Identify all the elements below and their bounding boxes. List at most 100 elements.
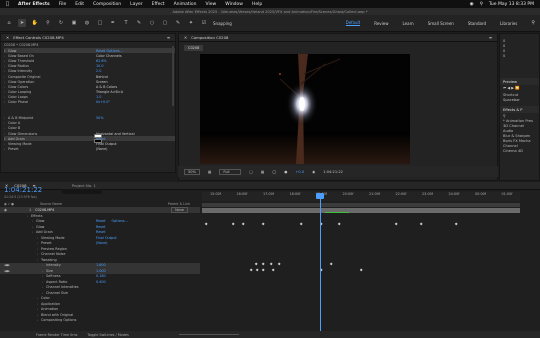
fx-property-value[interactable]: 2.0: [96, 69, 101, 73]
timeline-property-value[interactable]: Reset: [96, 219, 105, 223]
menu-view[interactable]: View: [206, 2, 217, 7]
keyframe-nav-icon[interactable]: ◂◆▸: [4, 269, 10, 273]
fx-row[interactable]: › Preset (None): [4, 147, 175, 152]
pen-tool-icon[interactable]: ✒: [109, 19, 117, 27]
timeline-property-value[interactable]: (None): [96, 241, 108, 245]
menu-composition[interactable]: Composition: [93, 2, 121, 7]
visibility-icon[interactable]: ◉: [4, 208, 7, 212]
menu-animation[interactable]: Animation: [174, 2, 197, 7]
home-icon[interactable]: ⌂: [5, 19, 13, 27]
fx-property-value[interactable]: 1.0: [96, 95, 101, 99]
close-icon[interactable]: ✕: [6, 35, 9, 40]
region-icon[interactable]: □: [249, 170, 252, 174]
menu-icon[interactable]: ≡: [489, 35, 492, 40]
timeline-property-row[interactable]: › Compositing Options: [0, 318, 200, 324]
resolution-select[interactable]: Full: [219, 168, 242, 175]
timeline-property-value[interactable]: 1.600: [96, 263, 106, 267]
fx-property-value[interactable]: 62.6%: [96, 59, 107, 63]
hand-tool-icon[interactable]: ✋: [31, 19, 39, 27]
apple-icon[interactable]: : [6, 1, 9, 7]
effect-controls-tab[interactable]: ✕ Effect Controls C0208.MP4 ≡: [1, 34, 175, 42]
camera-tool-icon[interactable]: ▣: [70, 19, 78, 27]
menu-layer[interactable]: Layer: [130, 2, 143, 7]
fx-scrollbar[interactable]: [172, 46, 174, 106]
zoom-tool-icon[interactable]: ⚲: [44, 19, 52, 27]
snapping-checkbox-icon[interactable]: ☑: [200, 19, 208, 27]
menu-edit[interactable]: Edit: [75, 2, 84, 7]
workspace-default[interactable]: Default: [345, 20, 361, 26]
eraser-tool-icon[interactable]: ▢: [161, 19, 169, 27]
mask-icon[interactable]: ◯: [272, 170, 276, 174]
workspace-small-screen[interactable]: Small Screen: [428, 21, 454, 26]
color-a-swatch[interactable]: [94, 134, 102, 138]
pan-behind-tool-icon[interactable]: ◍: [83, 19, 91, 27]
preview-controls[interactable]: ⏮ ◀ ▶ ⏩: [500, 85, 539, 90]
rotate-tool-icon[interactable]: ↻: [57, 19, 65, 27]
cti-head[interactable]: [316, 193, 324, 199]
close-icon[interactable]: ✕: [184, 35, 187, 40]
clone-tool-icon[interactable]: ○: [148, 19, 156, 27]
menu-file[interactable]: File: [59, 2, 67, 7]
timeline-property-row[interactable]: ◂◆▸ › Size 1.000: [0, 268, 200, 274]
fx-property-value[interactable]: 10.0: [96, 64, 104, 68]
rectangle-tool-icon[interactable]: □: [96, 19, 104, 27]
channel-icon[interactable]: ●: [284, 170, 287, 174]
layer-row[interactable]: ◉ 1 C0208.MP4 None: [0, 206, 200, 213]
search-icon[interactable]: ⚲: [531, 20, 535, 26]
puppet-tool-icon[interactable]: ✦: [187, 19, 195, 27]
timeline-property-value[interactable]: 1.000: [96, 269, 106, 273]
app-menu[interactable]: After Effects: [18, 2, 50, 7]
grid-icon[interactable]: ▦: [261, 170, 264, 174]
workspace-review[interactable]: Review: [374, 21, 388, 26]
timeline-property-value[interactable]: Reset: [96, 225, 105, 229]
fx-property-value[interactable]: 0x+0.0°: [96, 100, 110, 104]
current-time-indicator[interactable]: [320, 194, 321, 336]
fx-property-value[interactable]: (None): [96, 147, 108, 151]
layer-name[interactable]: C0208.MP4: [35, 208, 54, 212]
timeline-tab-project[interactable]: Project No. 1: [72, 183, 96, 188]
timeline-property-value[interactable]: Final Output: [96, 236, 117, 240]
menu-help[interactable]: Help: [252, 2, 262, 7]
fx-property-value[interactable]: Reset Options...: [96, 49, 123, 53]
timeline-property-value[interactable]: 0.400: [96, 280, 106, 284]
brush-tool-icon[interactable]: ✎: [135, 19, 143, 27]
workspace-learn[interactable]: Learn: [403, 21, 414, 26]
effects-category[interactable]: Cinema 4D: [500, 148, 539, 153]
work-area-bar[interactable]: [202, 203, 520, 207]
zoom-slider[interactable]: [178, 333, 239, 336]
toggle-switches-modes[interactable]: Toggle Switches / Modes: [87, 333, 128, 337]
type-tool-icon[interactable]: T: [122, 19, 130, 27]
exposure-offset[interactable]: +0.0: [295, 170, 304, 174]
timeline-property-options[interactable]: Options...: [111, 219, 127, 223]
layer-duration-bar[interactable]: [202, 208, 520, 213]
fit-icon[interactable]: ▦: [208, 170, 211, 174]
search-icon[interactable]: ⚲: [480, 2, 483, 7]
workspace-standard[interactable]: Standard: [468, 21, 486, 26]
shortcut-select[interactable]: Spacebar: [500, 97, 539, 102]
fx-property-value[interactable]: 50%: [96, 116, 104, 120]
fx-property-value[interactable]: Triangle A>B>A: [96, 90, 123, 94]
selection-tool-icon[interactable]: ➤: [18, 19, 26, 27]
time-ruler[interactable]: 15:00f16:00f17:00f18:00f19:00f20:00f21:0…: [202, 192, 520, 201]
fx-property-value[interactable]: Color Channels: [96, 54, 122, 58]
effects-presets-header[interactable]: Effects & P: [500, 106, 539, 113]
comp-subtab[interactable]: C0208: [184, 45, 204, 51]
col-parent[interactable]: Parent & Link: [168, 202, 190, 206]
fx-property-value[interactable]: A & B Colors: [96, 85, 117, 89]
timeline-property-value[interactable]: Reset: [96, 230, 105, 234]
preview-panel-header[interactable]: Preview: [500, 78, 539, 85]
composition-viewer[interactable]: [200, 54, 410, 164]
snapshot-icon[interactable]: ◉: [312, 170, 315, 174]
workspace-libraries[interactable]: Libraries: [500, 21, 517, 26]
menu-window[interactable]: Window: [225, 2, 243, 7]
menu-icon[interactable]: ≡: [167, 35, 170, 40]
col-source-name[interactable]: Source Name: [40, 202, 62, 206]
timeline-search[interactable]: [62, 189, 102, 194]
zoom-select[interactable]: 50%: [184, 168, 200, 175]
fx-property-value[interactable]: Behind: [96, 75, 108, 79]
composition-tab[interactable]: ✕ Composition C0208 ≡: [179, 34, 497, 42]
current-time-display[interactable]: 1:04:21:22: [4, 186, 42, 194]
fx-property-value[interactable]: Screen: [96, 80, 108, 84]
keyframe-nav-icon[interactable]: ◂◆▸: [4, 263, 10, 267]
fx-property-value[interactable]: Final Output: [96, 142, 117, 146]
